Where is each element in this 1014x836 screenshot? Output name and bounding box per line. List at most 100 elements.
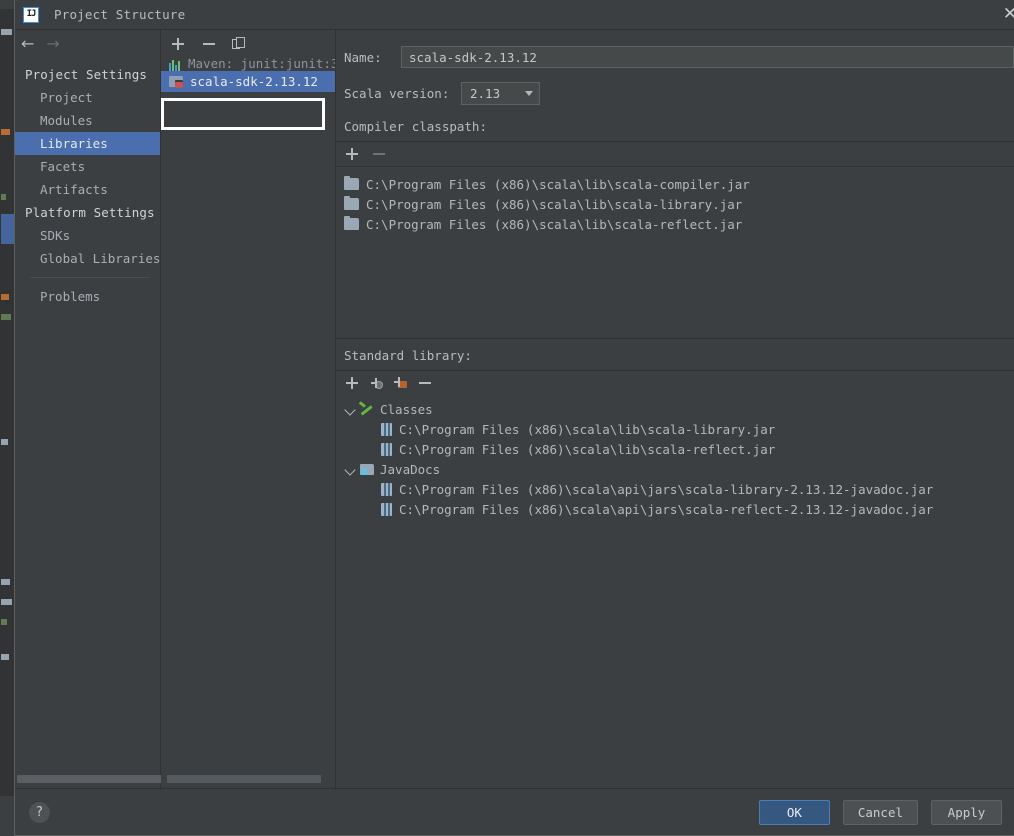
sidebar-divider: [30, 277, 150, 278]
sidebar-item-problems[interactable]: Problems: [15, 285, 160, 308]
ide-statusbar-sliver: [0, 796, 14, 836]
dialog-titlebar: IJ Project Structure ✕: [15, 0, 1014, 30]
plus-icon[interactable]: [344, 375, 360, 391]
arrow-right-icon[interactable]: →: [46, 36, 59, 52]
standard-library-toolbar: [336, 370, 1014, 395]
minus-icon[interactable]: [417, 375, 433, 391]
scala-library-icon: [169, 75, 184, 88]
tree-node-label: Classes: [380, 401, 433, 417]
ide-code-fragment: [1, 314, 11, 320]
ide-editor-gutter-sliver: [0, 9, 14, 836]
close-icon[interactable]: ✕: [1000, 4, 1014, 24]
sidebar-nav-list: Project Settings Project Modules Librari…: [15, 58, 160, 788]
compiler-classpath-label: Compiler classpath:: [344, 119, 487, 134]
jar-icon: [381, 442, 392, 456]
name-label: Name:: [344, 49, 382, 65]
compiler-classpath-list: C:\Program Files (x86)\scala\lib\scala-c…: [336, 167, 1014, 339]
jar-icon: [381, 422, 392, 436]
sidebar-item-project[interactable]: Project: [15, 86, 160, 109]
selection-highlight-annotation: [161, 98, 325, 130]
tree-leaf-label: C:\Program Files (x86)\scala\lib\scala-r…: [399, 441, 776, 457]
scala-version-row: Scala version: 2.13: [344, 82, 1014, 105]
minus-icon[interactable]: [201, 36, 217, 52]
scala-version-select[interactable]: 2.13: [461, 82, 540, 105]
standard-library-header: Standard library:: [336, 339, 1014, 370]
standard-library-section: Standard library: Classes C:\Program Fil…: [336, 339, 1014, 788]
tree-leaf-label: C:\Program Files (x86)\scala\api\jars\sc…: [399, 501, 934, 517]
sidebar-nav-arrows: ← →: [15, 30, 160, 58]
sidebar-item-sdks[interactable]: SDKs: [15, 224, 160, 247]
help-button[interactable]: ?: [29, 801, 50, 823]
library-rows: Maven: junit:junit:3.8 scala-sdk-2.13.12: [161, 58, 335, 788]
javadoc-icon: [359, 463, 375, 476]
cancel-button[interactable]: Cancel: [842, 799, 918, 825]
sidebar-item-artifacts[interactable]: Artifacts: [15, 178, 160, 201]
name-input-value: scala-sdk-2.13.12: [409, 49, 537, 65]
dialog-footer: ? OK Cancel Apply: [15, 788, 1014, 835]
list-item[interactable]: C:\Program Files (x86)\scala\lib\scala-r…: [336, 214, 1014, 234]
sidebar-item-facets[interactable]: Facets: [15, 155, 160, 178]
ide-code-fragment: [1, 194, 6, 200]
tree-leaf-label: C:\Program Files (x86)\scala\lib\scala-l…: [399, 421, 776, 437]
ide-code-fragment: [1, 129, 10, 135]
compiler-classpath-toolbar: [336, 141, 1014, 167]
sidebar-item-libraries[interactable]: Libraries: [15, 132, 160, 155]
scala-version-label: Scala version:: [344, 86, 450, 101]
sidebar-group-platform-settings: Platform Settings: [25, 205, 155, 220]
ide-code-fragment: [1, 654, 9, 660]
settings-sidebar: ← → Project Settings Project Modules Lib…: [15, 30, 169, 788]
folder-icon: [344, 196, 359, 210]
ok-button[interactable]: OK: [758, 799, 830, 825]
list-item-label: Maven: junit:junit:3.8: [188, 58, 335, 71]
chevron-down-icon[interactable]: [343, 403, 356, 416]
list-item[interactable]: C:\Program Files (x86)\scala\lib\scala-l…: [336, 194, 1014, 214]
library-form: Name: scala-sdk-2.13.12 Scala version: 2…: [336, 30, 1014, 119]
library-list-panel: Maven: junit:junit:3.8 scala-sdk-2.13.12: [161, 30, 336, 788]
chevron-down-icon[interactable]: [343, 463, 356, 476]
ide-code-fragment: [1, 29, 12, 35]
list-item-label: C:\Program Files (x86)\scala\lib\scala-l…: [366, 196, 743, 212]
dialog-title: Project Structure: [54, 7, 186, 22]
dialog-body: ← → Project Settings Project Modules Lib…: [15, 30, 1014, 788]
list-item-label: C:\Program Files (x86)\scala\lib\scala-r…: [366, 216, 743, 232]
library-list-horizontal-scrollbar[interactable]: [167, 775, 321, 783]
tree-node-classes[interactable]: Classes: [336, 399, 1014, 419]
list-item[interactable]: scala-sdk-2.13.12: [161, 71, 335, 92]
plus-directory-icon[interactable]: [394, 377, 407, 389]
maven-icon: [169, 59, 183, 71]
arrow-left-icon[interactable]: ←: [21, 36, 34, 52]
plus-icon[interactable]: [344, 146, 360, 162]
folder-icon: [344, 216, 359, 230]
tree-node-label: JavaDocs: [380, 461, 441, 477]
copy-icon[interactable]: [232, 37, 246, 51]
list-item[interactable]: Maven: junit:junit:3.8: [161, 58, 335, 71]
sidebar-item-global-libraries[interactable]: Global Libraries: [15, 247, 160, 270]
folder-icon: [344, 176, 359, 190]
sidebar-group-project-settings: Project Settings: [25, 67, 148, 82]
standard-library-label: Standard library:: [344, 348, 472, 363]
ide-code-selection: [1, 214, 14, 244]
plus-url-icon[interactable]: [371, 377, 383, 389]
minus-icon: [371, 146, 387, 162]
jar-icon: [381, 482, 392, 496]
plus-icon[interactable]: [170, 36, 186, 52]
sidebar-item-modules[interactable]: Modules: [15, 109, 160, 132]
jar-icon: [381, 502, 392, 516]
tree-node-javadocs[interactable]: JavaDocs: [336, 459, 1014, 479]
ide-code-fragment: [1, 294, 9, 300]
tree-leaf[interactable]: C:\Program Files (x86)\scala\lib\scala-r…: [336, 439, 1014, 459]
apply-button[interactable]: Apply: [931, 799, 1002, 825]
scala-version-value: 2.13: [470, 86, 501, 101]
chevron-down-icon: [525, 91, 533, 96]
ide-code-fragment: [1, 579, 10, 585]
ide-code-fragment: [1, 439, 8, 445]
name-input[interactable]: scala-sdk-2.13.12: [401, 46, 1014, 68]
tree-leaf[interactable]: C:\Program Files (x86)\scala\lib\scala-l…: [336, 419, 1014, 439]
tree-leaf-label: C:\Program Files (x86)\scala\api\jars\sc…: [399, 481, 934, 497]
tree-leaf[interactable]: C:\Program Files (x86)\scala\api\jars\sc…: [336, 499, 1014, 519]
project-structure-dialog: IJ Project Structure ✕ ← → Project Setti…: [14, 0, 1014, 836]
intellij-idea-icon: IJ: [23, 6, 39, 23]
tree-leaf[interactable]: C:\Program Files (x86)\scala\api\jars\sc…: [336, 479, 1014, 499]
list-item[interactable]: C:\Program Files (x86)\scala\lib\scala-c…: [336, 174, 1014, 194]
sidebar-horizontal-scrollbar[interactable]: [17, 775, 169, 783]
